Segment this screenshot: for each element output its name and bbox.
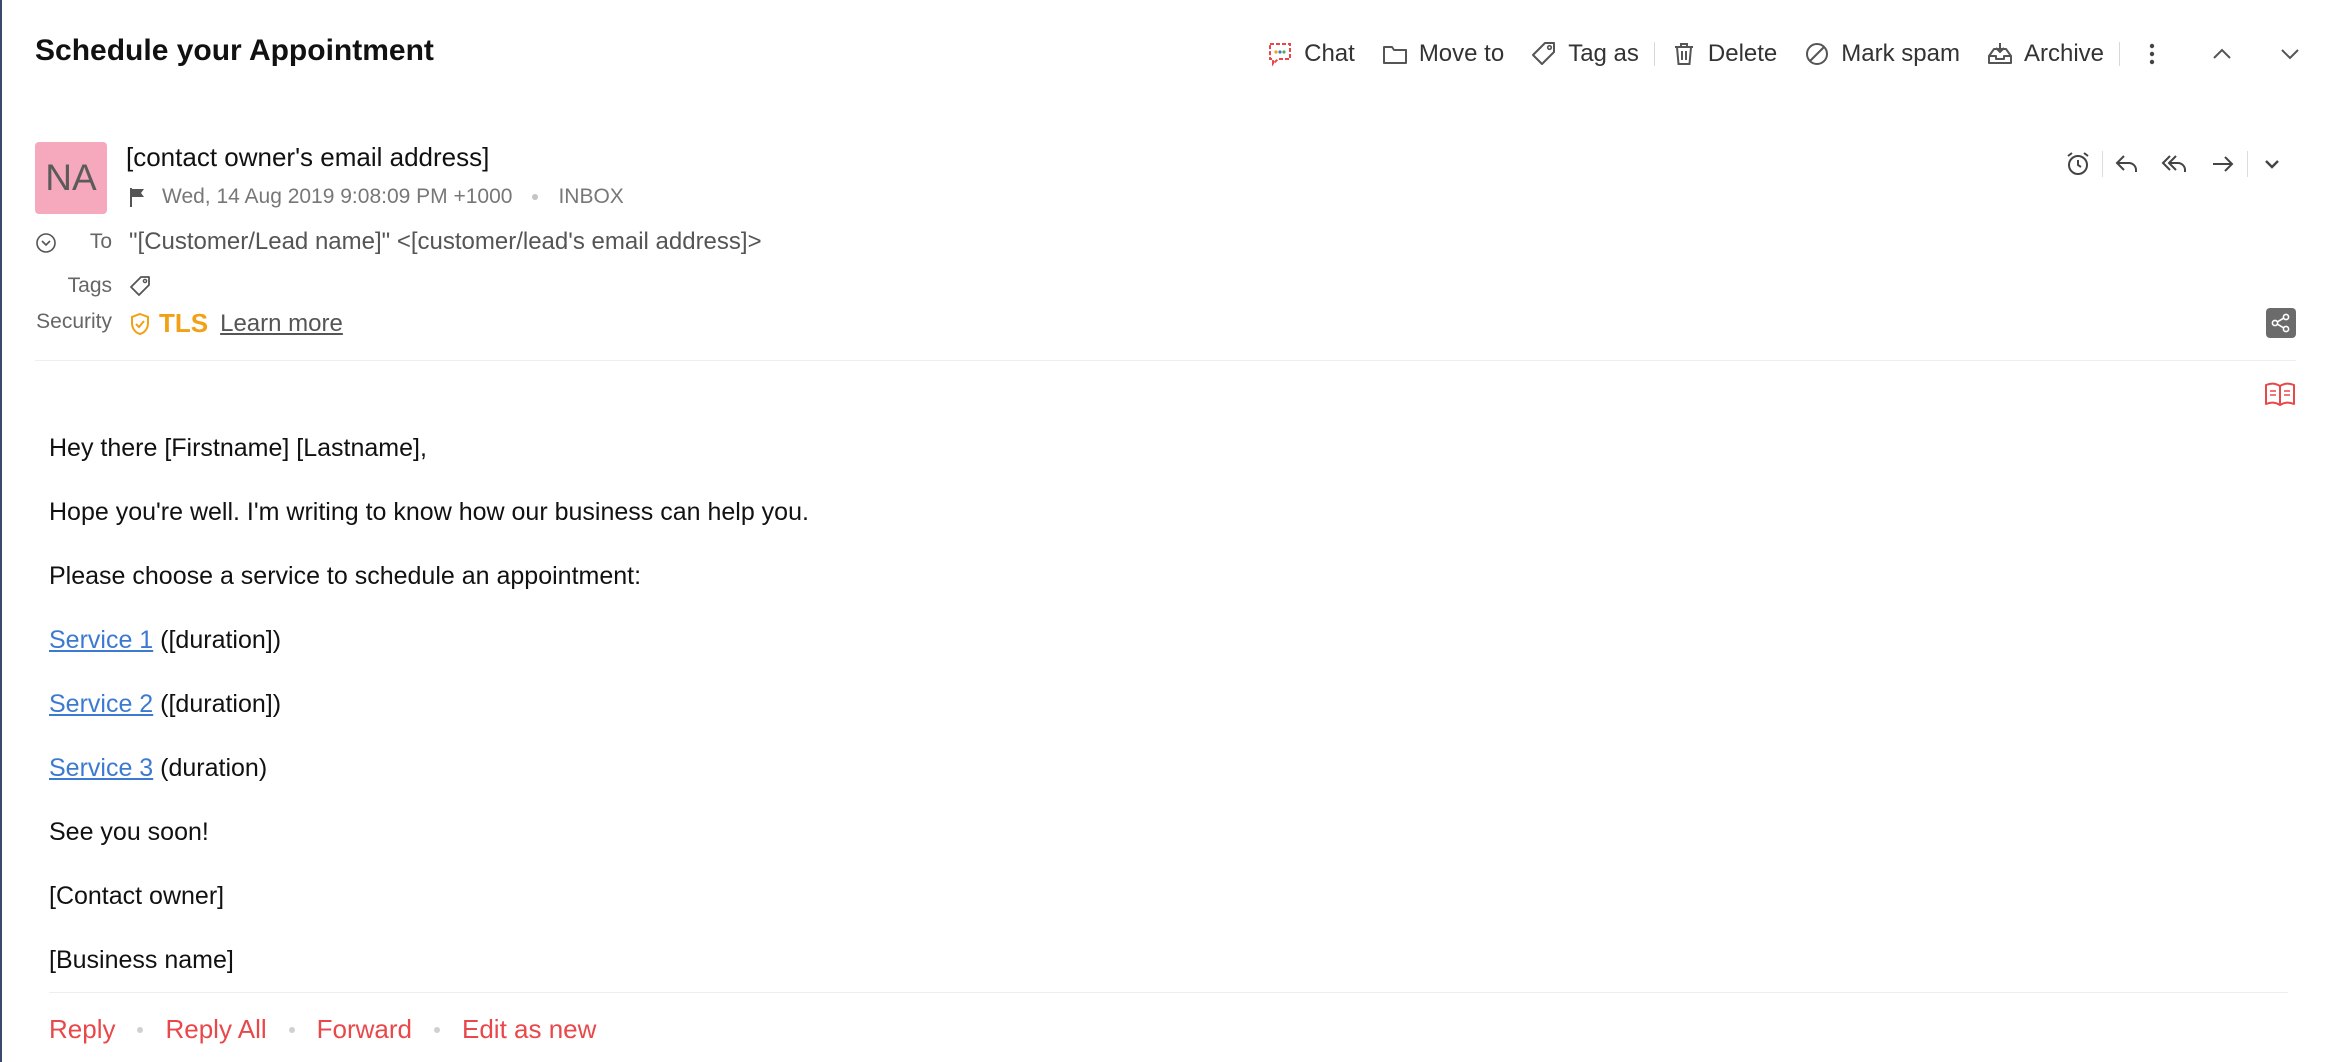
chevron-up-icon [2213, 48, 2231, 59]
security-label: Security [36, 310, 112, 333]
share-button[interactable] [2266, 308, 2296, 338]
footer-separator [288, 1026, 295, 1033]
reply-icon [2115, 155, 2137, 172]
security-info: TLS Learn more [129, 308, 343, 339]
service-item: Service 2 ([duration]) [49, 686, 809, 750]
sender-address[interactable]: [contact owner's email address] [126, 142, 489, 173]
chat-icon [1269, 43, 1292, 67]
mark-spam-button[interactable]: Mark spam [1790, 40, 1973, 68]
mark-spam-label: Mark spam [1841, 40, 1960, 67]
service-3-duration: (duration) [153, 754, 268, 782]
chat-button[interactable]: Chat [1253, 40, 1368, 68]
forward-icon-button[interactable] [2199, 150, 2247, 178]
forward-link[interactable]: Forward [317, 1014, 412, 1045]
reply-footer: Reply Reply All Forward Edit as new [49, 1014, 596, 1045]
tag-icon [1532, 42, 1556, 65]
footer-separator [434, 1026, 440, 1033]
service-3-link[interactable]: Service 3 [49, 754, 153, 782]
flag-icon[interactable] [128, 186, 148, 208]
greeting-line: Hey there [Firstname] [Lastname], [49, 434, 427, 462]
move-to-label: Move to [1418, 40, 1505, 67]
avatar[interactable]: NA [35, 142, 107, 214]
toolbar-divider [2119, 42, 2120, 66]
message-date: Wed, 14 Aug 2019 9:08:09 PM +1000 [162, 185, 513, 208]
block-icon [1806, 43, 1829, 65]
share-icon [2271, 313, 2290, 333]
tls-badge: TLS [159, 308, 209, 338]
learn-more-link[interactable]: Learn more [220, 310, 343, 338]
tags-label: Tags [67, 274, 112, 297]
signature-name: [Contact owner] [49, 882, 225, 910]
chat-label: Chat [1304, 40, 1355, 67]
chevron-down-icon [2265, 160, 2279, 169]
reply-link[interactable]: Reply [49, 1014, 115, 1045]
forward-arrow-icon [2213, 156, 2234, 172]
archive-button[interactable]: Archive [1973, 40, 2117, 68]
intro-line: Hope you're well. I'm writing to know ho… [49, 498, 809, 526]
message-meta: Wed, 14 Aug 2019 9:08:09 PM +1000 INBOX [128, 185, 624, 209]
chevron-down-icon [2281, 49, 2299, 60]
reply-all-link[interactable]: Reply All [165, 1014, 266, 1045]
footer-separator [137, 1026, 144, 1033]
archive-icon [1987, 43, 2012, 64]
shield-check-icon [131, 312, 149, 335]
service-1-duration: ([duration]) [153, 626, 282, 654]
toolbar-divider [1653, 42, 1655, 66]
header-divider [35, 360, 2296, 361]
trash-icon [1674, 43, 1693, 65]
reply-icon-button[interactable] [2103, 150, 2151, 178]
service-item: Service 3 (duration) [49, 750, 809, 814]
move-to-button[interactable]: Move to [1368, 40, 1517, 68]
archive-label: Archive [2023, 40, 2104, 67]
email-body: Hey there [Firstname] [Lastname], Hope y… [49, 430, 809, 1006]
reply-all-icon [2161, 155, 2186, 172]
signature-business: [Business name] [49, 946, 234, 974]
alarm-clock-icon [2067, 152, 2089, 175]
remind-me-button[interactable] [2054, 150, 2102, 178]
reading-view-icon[interactable] [2264, 380, 2296, 408]
reply-all-icon-button[interactable] [2151, 150, 2199, 178]
tag-as-label: Tag as [1568, 40, 1639, 67]
to-label: To [89, 230, 112, 253]
service-item: Service 1 ([duration]) [49, 622, 809, 686]
previous-mail-button[interactable] [2182, 40, 2262, 68]
delete-label: Delete [1707, 40, 1778, 67]
recipient-address[interactable]: "[Customer/Lead name]" <[customer/lead's… [129, 228, 762, 256]
delete-button[interactable]: Delete [1657, 40, 1790, 68]
folder-icon [1382, 46, 1407, 64]
prompt-line: Please choose a service to schedule an a… [49, 562, 642, 590]
service-2-link[interactable]: Service 2 [49, 690, 153, 718]
message-folder[interactable]: INBOX [558, 185, 623, 209]
email-subject: Schedule your Appointment [35, 34, 434, 67]
closing-line: See you soon! [49, 818, 209, 846]
mail-toolbar: Chat Move to Tag as Delete Mark spam Arc… [1253, 30, 2336, 78]
service-2-duration: ([duration]) [153, 690, 282, 718]
next-mail-button[interactable] [2262, 40, 2336, 68]
more-actions-dropdown[interactable] [2248, 150, 2296, 178]
add-tag-icon[interactable] [128, 274, 152, 298]
footer-divider [49, 992, 2288, 993]
tag-as-button[interactable]: Tag as [1517, 40, 1652, 68]
kebab-menu-icon [2149, 43, 2155, 65]
service-1-link[interactable]: Service 1 [49, 626, 153, 654]
more-options-button[interactable] [2122, 40, 2182, 68]
edit-as-new-link[interactable]: Edit as new [462, 1014, 596, 1045]
mail-view: Schedule your Appointment Chat Move to T… [0, 0, 2336, 1062]
message-actions [2054, 150, 2296, 178]
meta-separator [532, 194, 539, 200]
